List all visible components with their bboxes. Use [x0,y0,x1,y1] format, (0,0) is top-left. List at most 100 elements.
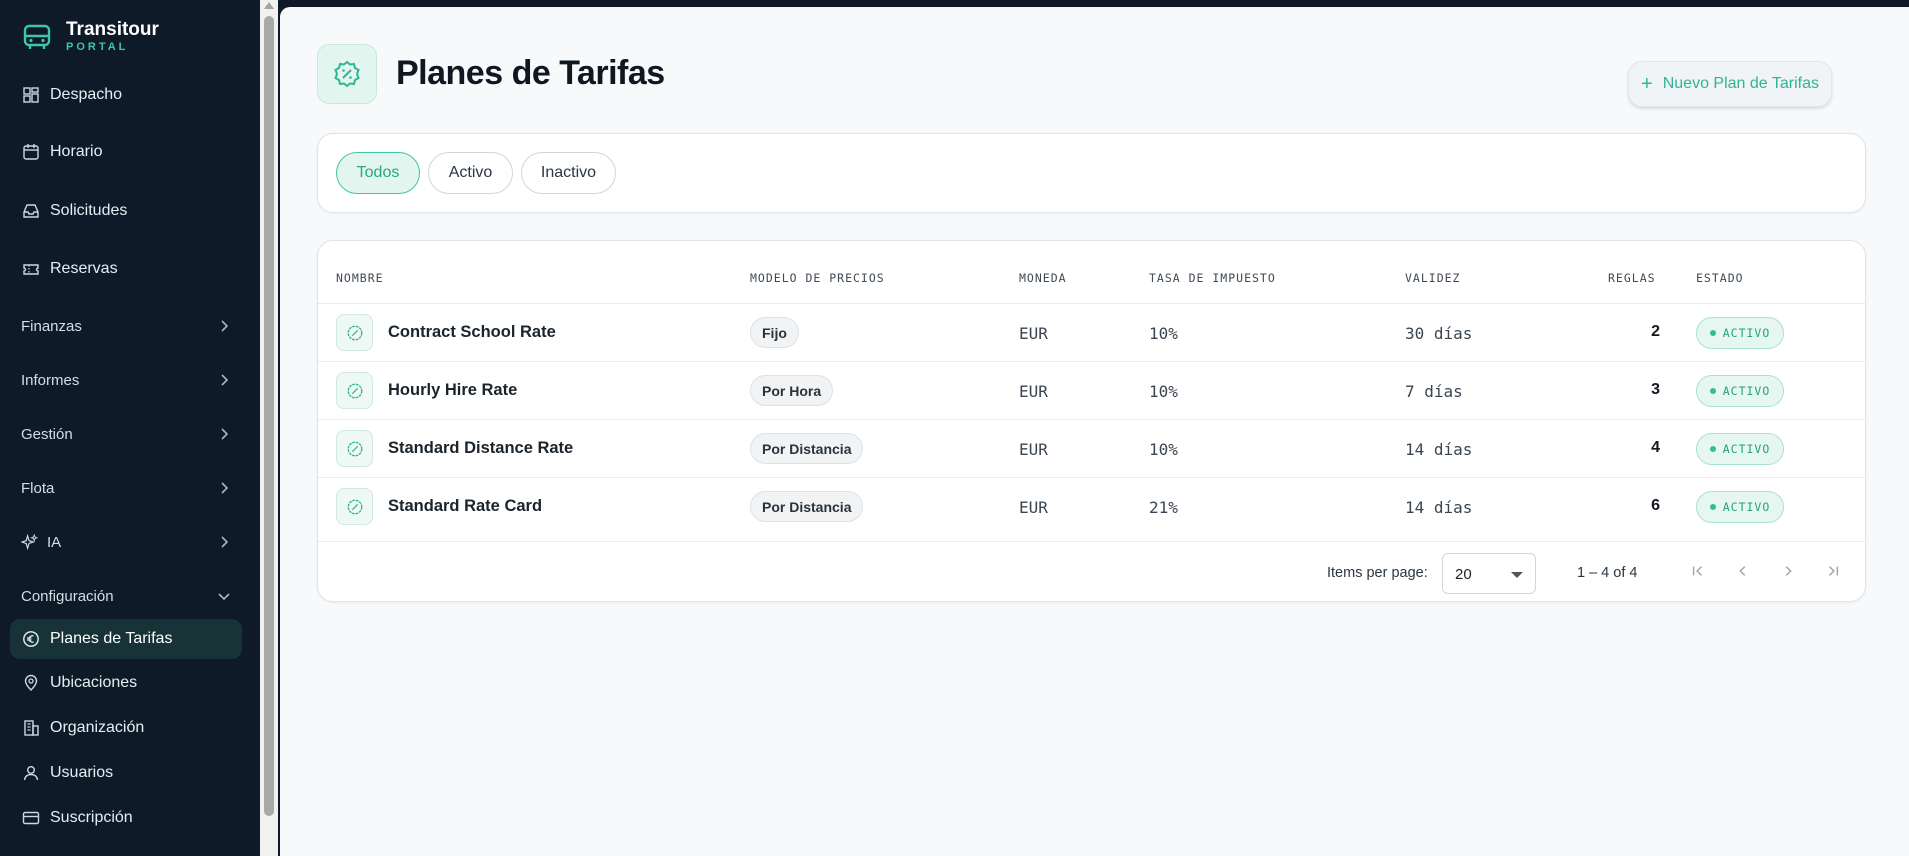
sidebar-item-label: Organización [50,719,145,736]
next-page-button[interactable] [1778,561,1798,581]
chevron-right-icon [221,320,229,332]
tax-rate-cell: 10% [1149,324,1178,343]
column-header-validez[interactable]: VALIDEZ [1405,271,1460,285]
sidebar-item-label: Despacho [50,86,123,103]
filter-chip-todos[interactable]: Todos [336,152,420,194]
table-row[interactable]: Hourly Hire Rate Por Hora EUR 10% 7 días… [318,361,1865,419]
rules-count-cell: 3 [1651,381,1660,398]
sidebar-group-label: Configuración [21,587,114,605]
column-header-modelo[interactable]: MODELO DE PRECIOS [750,271,885,285]
pricing-model-badge: Por Distancia [750,491,864,522]
page-title: Planes de Tarifas [396,54,665,92]
sidebar-group-label: IA [47,533,62,551]
table-row[interactable]: Contract School Rate Fijo EUR 10% 30 día… [318,303,1865,361]
rate-plan-name: Standard Rate Card [388,497,543,515]
rules-count-cell: 2 [1651,323,1660,340]
user-icon [23,766,39,781]
sidebar-group-label: Gestión [21,425,73,443]
validity-cell: 14 días [1405,498,1473,517]
currency-cell: EUR [1019,324,1048,343]
sidebar-item-label: Suscripción [50,809,133,826]
sidebar-group-configuracion[interactable]: Configuración [10,578,242,614]
badge-percent-icon [317,44,377,104]
filter-chip-activo[interactable]: Activo [428,152,513,194]
sidebar-scrollbar[interactable] [260,0,278,856]
status-dot-icon [1709,504,1716,510]
sidebar-item-planes-de-tarifas[interactable]: Planes de Tarifas [10,619,242,659]
sidebar-group-ia[interactable]: IA [10,524,242,560]
sidebar-item-ubicaciones[interactable]: Ubicaciones [10,663,242,703]
badge-percent-icon [336,430,373,467]
inbox-icon [23,204,39,218]
validity-cell: 30 días [1405,324,1473,343]
tax-rate-cell: 10% [1149,440,1178,459]
column-header-reglas[interactable]: REGLAS [1608,271,1656,285]
page-range-label: 1 – 4 of 4 [1577,565,1638,581]
rules-count-cell: 4 [1651,439,1660,456]
items-per-page-value: 20 [1455,566,1472,583]
sidebar-group-finanzas[interactable]: Finanzas [10,308,242,344]
sidebar-group-label: Flota [21,479,55,497]
tax-rate-cell: 10% [1149,382,1178,401]
chevron-right-icon [1785,566,1792,576]
ticket-icon [23,264,39,275]
euro-icon [23,631,39,647]
brand[interactable]: Transitour PORTAL [22,20,159,54]
column-header-tasa[interactable]: TASA DE IMPUESTO [1149,271,1276,285]
sidebar-item-organizacion[interactable]: Organización [10,708,242,748]
currency-cell: EUR [1019,440,1048,459]
tax-rate-cell: 21% [1149,498,1178,517]
previous-page-button[interactable] [1733,561,1753,581]
sidebar-item-horario[interactable]: Horario [10,132,242,172]
filter-bar: Todos Activo Inactivo [317,133,1866,213]
column-header-estado[interactable]: ESTADO [1696,271,1744,285]
status-badge: ACTIVO [1696,433,1784,465]
first-page-button[interactable] [1688,561,1708,581]
sidebar-item-label: Usuarios [50,764,114,781]
first-page-icon [1692,566,1702,576]
rate-plans-table: NOMBRE MODELO DE PRECIOS MONEDA TASA DE … [317,240,1866,602]
items-per-page-select[interactable]: 20 [1442,553,1536,594]
new-rate-plan-label: Nuevo Plan de Tarifas [1662,75,1819,92]
credit-card-icon [22,811,40,825]
sidebar-item-label: Solicitudes [50,202,128,219]
last-page-button[interactable] [1823,561,1843,581]
sidebar-item-solicitudes[interactable]: Solicitudes [10,191,242,231]
sidebar-item-usuarios[interactable]: Usuarios [10,753,242,793]
rules-count-cell: 6 [1651,497,1660,514]
sidebar-item-despacho[interactable]: Despacho [10,75,242,115]
caret-down-icon [1511,572,1523,578]
chevron-right-icon [221,428,229,440]
sidebar-item-suscripcion[interactable]: Suscripción [10,798,242,838]
validity-cell: 7 días [1405,382,1463,401]
status-label: ACTIVO [1722,326,1771,340]
bus-icon [23,24,51,49]
table-row[interactable]: Standard Rate Card Por Distancia EUR 21%… [318,477,1865,535]
sidebar-group-gestion[interactable]: Gestión [10,416,242,452]
table-row[interactable]: Standard Distance Rate Por Distancia EUR… [318,419,1865,477]
sidebar-item-reservas[interactable]: Reservas [10,249,242,289]
sidebar-group-label: Finanzas [21,317,82,335]
scrollbar-thumb[interactable] [264,16,274,816]
column-header-nombre[interactable]: NOMBRE [336,271,384,285]
sidebar-group-informes[interactable]: Informes [10,362,242,398]
brand-name: Transitour [66,19,159,40]
sparkles-icon [21,533,38,550]
sidebar-group-flota[interactable]: Flota [10,470,242,506]
pricing-model-badge: Por Hora [750,375,834,406]
column-header-moneda[interactable]: MONEDA [1019,271,1067,285]
scroll-up-arrow-icon[interactable] [264,2,274,9]
sidebar: Transitour PORTAL Despacho Horario Solic… [0,0,260,856]
chevron-right-icon [221,482,229,494]
sidebar-group-label: Informes [21,371,80,389]
status-dot-icon [1709,330,1716,336]
filter-chip-inactivo[interactable]: Inactivo [521,152,616,194]
chevron-left-icon [1739,566,1746,576]
status-label: ACTIVO [1722,500,1771,514]
new-rate-plan-button[interactable]: + Nuevo Plan de Tarifas [1628,61,1832,107]
validity-cell: 14 días [1405,440,1473,459]
rate-plan-name: Hourly Hire Rate [388,381,518,399]
currency-cell: EUR [1019,498,1048,517]
badge-percent-icon [336,314,373,351]
pricing-model-badge: Fijo [750,317,799,348]
